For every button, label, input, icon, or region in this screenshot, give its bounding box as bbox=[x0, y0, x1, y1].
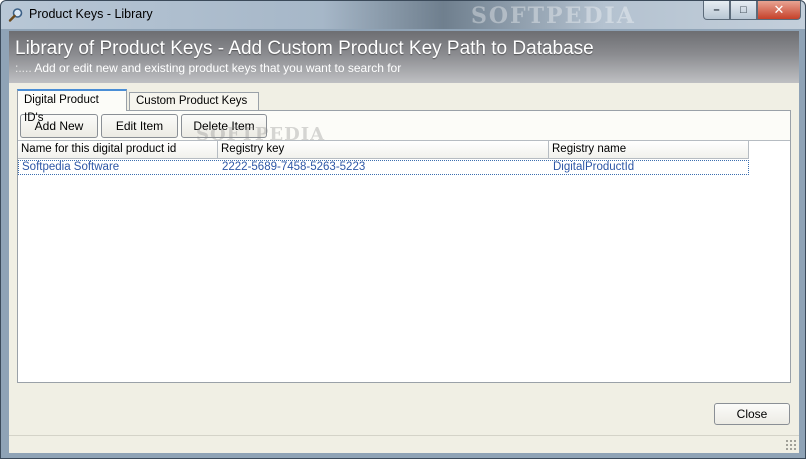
maximize-button[interactable]: □ bbox=[730, 1, 757, 20]
tab-panel: Add New Edit Item Delete Item SOFTPEDIA … bbox=[17, 110, 791, 383]
table-row[interactable]: Softpedia Software 2222-5689-7458-5263-5… bbox=[18, 160, 749, 175]
window-title: Product Keys - Library bbox=[29, 7, 153, 21]
minimize-button[interactable]: – bbox=[703, 1, 730, 20]
minimize-icon: – bbox=[713, 4, 720, 16]
page-title: Library of Product Keys - Add Custom Pro… bbox=[15, 38, 594, 59]
cell-registry-name: DigitalProductId bbox=[553, 161, 635, 173]
title-bar[interactable]: Product Keys - Library SOFTPEDIA – □ ✕ bbox=[1, 1, 805, 29]
window-controls: – □ ✕ bbox=[703, 1, 801, 21]
column-header-registry-key[interactable]: Registry key bbox=[218, 141, 549, 159]
column-header-name[interactable]: Name for this digital product id bbox=[18, 141, 218, 159]
close-button[interactable]: Close bbox=[714, 403, 790, 425]
header-banner: Library of Product Keys - Add Custom Pro… bbox=[9, 31, 799, 83]
edit-item-button[interactable]: Edit Item bbox=[101, 114, 178, 138]
subtitle-prefix: :.... bbox=[15, 61, 32, 75]
tab-label: Custom Product Keys bbox=[136, 95, 248, 107]
page-subtitle: :.... Add or edit new and existing produ… bbox=[15, 61, 401, 75]
client-area: Digital Product ID's Custom Product Keys… bbox=[9, 83, 799, 453]
watermark: SOFTPEDIA bbox=[471, 3, 636, 29]
resize-grip-icon[interactable] bbox=[785, 439, 797, 451]
close-window-button[interactable]: ✕ bbox=[757, 1, 801, 20]
column-header-registry-name[interactable]: Registry name bbox=[549, 141, 749, 159]
maximize-icon: □ bbox=[740, 4, 747, 16]
magnifier-icon bbox=[8, 8, 23, 22]
cell-name: Softpedia Software bbox=[22, 161, 120, 173]
product-id-list[interactable]: Name for this digital product id Registr… bbox=[18, 140, 790, 382]
tab-digital-product-ids[interactable]: Digital Product ID's bbox=[17, 89, 127, 124]
subtitle-text: Add or edit new and existing product key… bbox=[34, 61, 402, 75]
window: Product Keys - Library SOFTPEDIA – □ ✕ L… bbox=[0, 0, 806, 459]
cell-registry-key: 2222-5689-7458-5263-5223 bbox=[222, 161, 366, 173]
tab-custom-product-keys[interactable]: Custom Product Keys bbox=[129, 92, 259, 110]
list-header: Name for this digital product id Registr… bbox=[18, 141, 749, 159]
close-icon: ✕ bbox=[773, 2, 785, 17]
status-bar bbox=[9, 435, 799, 453]
